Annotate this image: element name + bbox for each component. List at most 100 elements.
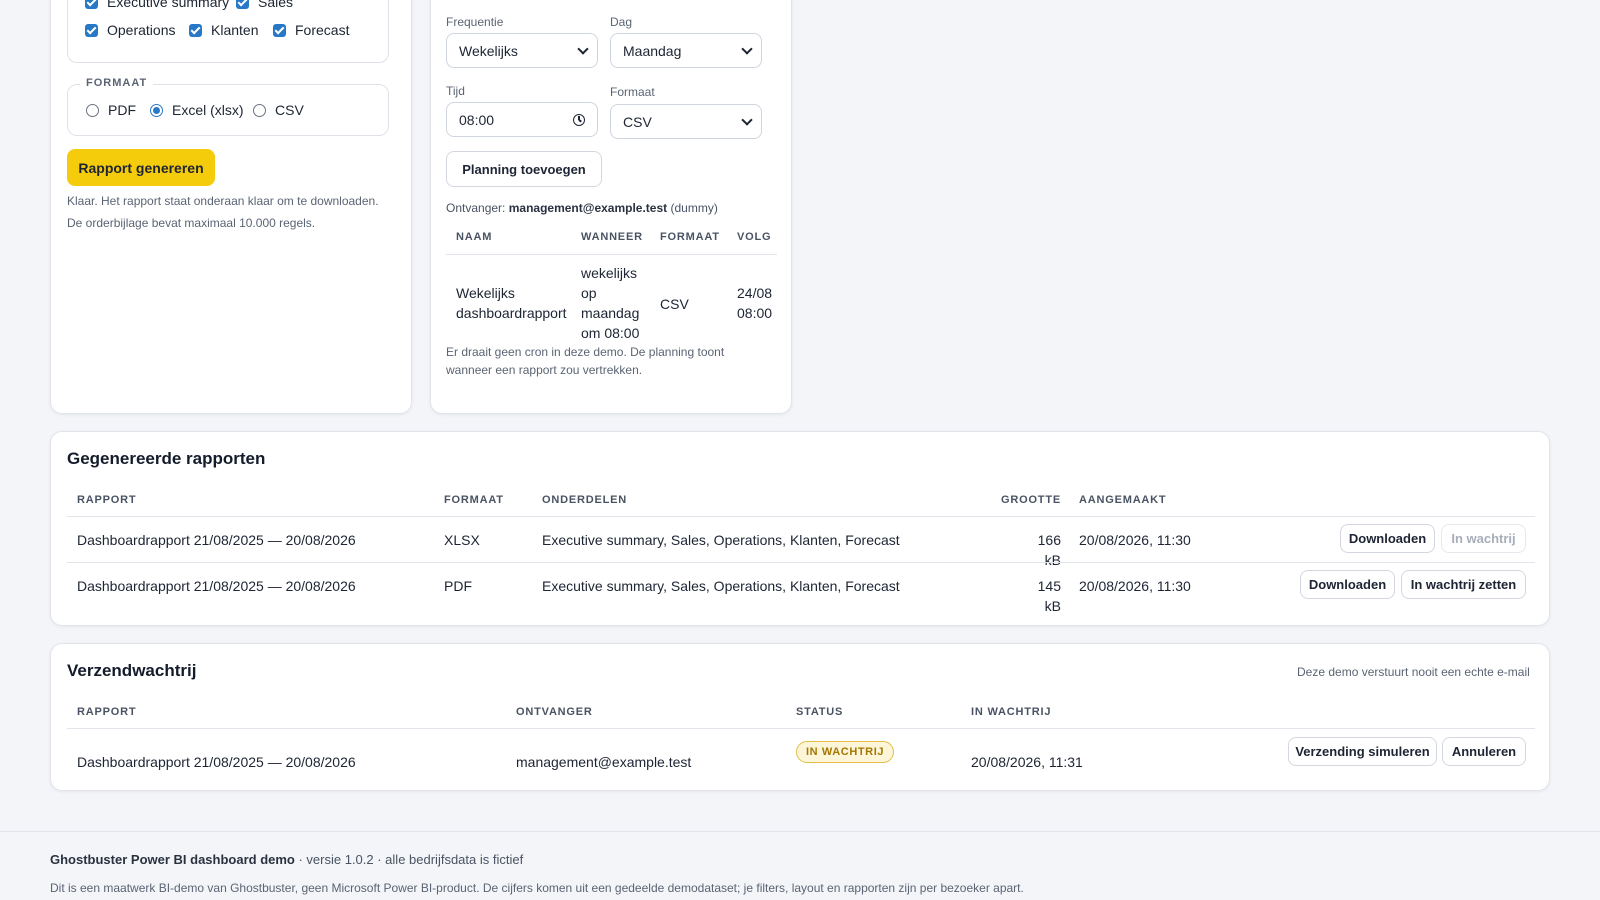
checkbox-label: Forecast: [295, 22, 350, 38]
schedule-when-line4: om 08:00: [581, 325, 640, 341]
schedule-format-select[interactable]: CSV: [610, 104, 762, 139]
checkbox-executive-summary[interactable]: Executive summary: [85, 0, 229, 10]
chevron-down-icon: [741, 43, 753, 55]
footer-disclaimer: Dit is een maatwerk BI-demo van Ghostbus…: [50, 881, 1024, 895]
download-button[interactable]: Downloaden: [1300, 570, 1395, 599]
simulate-send-button[interactable]: Verzending simuleren: [1288, 737, 1437, 766]
checkbox-label: Operations: [107, 22, 176, 38]
download-button[interactable]: Downloaden: [1340, 524, 1435, 553]
day-select[interactable]: Maandag: [610, 33, 762, 68]
time-input[interactable]: 08:00: [446, 102, 598, 137]
report-name: Dashboardrapport 21/08/2025 — 20/08/2026: [77, 532, 356, 548]
footer-meta: · versie 1.0.2 · alle bedrijfsdata is fi…: [294, 852, 524, 867]
recipient-line: Ontvanger: management@example.test (dumm…: [446, 201, 718, 215]
time-label: Tijd: [446, 84, 465, 98]
checkbox-forecast[interactable]: Forecast: [273, 22, 349, 38]
checkbox-checked-icon: [85, 0, 98, 9]
schedule-when-line3: maandag: [581, 305, 640, 321]
report-created: 20/08/2026, 11:30: [1079, 532, 1191, 548]
checkbox-label: Executive summary: [107, 0, 230, 10]
format-legend: FORMAAT: [80, 77, 154, 89]
page-footer: Ghostbuster Power BI dashboard demo · ve…: [0, 831, 1600, 900]
schedule-note-line1: Er draait geen cron in deze demo. De pla…: [446, 345, 725, 359]
frequency-value: Wekelijks: [459, 42, 518, 59]
column-header-status: STATUS: [796, 706, 844, 718]
generated-reports-title: Gegenereerde rapporten: [67, 449, 266, 468]
export-limit-text: De orderbijlage bevat maximaal 10.000 re…: [67, 216, 316, 230]
radio-selected-icon: [150, 103, 163, 117]
radio-csv[interactable]: CSV: [253, 102, 304, 118]
clock-icon[interactable]: [573, 114, 585, 126]
radio-unselected-icon: [253, 103, 266, 117]
add-schedule-button[interactable]: Planning toevoegen: [446, 151, 602, 187]
status-badge: IN WACHTRIJ: [796, 741, 895, 763]
cancel-button[interactable]: Annuleren: [1442, 737, 1526, 766]
schedule-format-value: CSV: [623, 113, 652, 130]
table-divider: [67, 562, 1535, 563]
schedule-format-label: Formaat: [610, 85, 655, 99]
table-divider: [446, 254, 777, 255]
frequency-select[interactable]: Wekelijks: [446, 33, 598, 68]
column-header-recipient: ONTVANGER: [516, 706, 593, 718]
checkbox-klanten[interactable]: Klanten: [189, 22, 258, 38]
schedule-name-line1: Wekelijks: [456, 285, 515, 301]
radio-label: Excel (xlsx): [172, 102, 244, 118]
export-status-text: Klaar. Het rapport staat onderaan klaar …: [67, 194, 379, 208]
report-sections: Executive summary, Sales, Operations, Kl…: [542, 532, 900, 548]
radio-pdf[interactable]: PDF: [86, 102, 136, 118]
schedule-name-line2: dashboardrapport: [456, 305, 567, 321]
report-format: XLSX: [444, 532, 480, 548]
export-card: Executive summary Sales Operations Klant…: [50, 0, 412, 414]
checkbox-label: Sales: [258, 0, 294, 10]
radio-label: PDF: [108, 102, 136, 118]
day-value: Maandag: [623, 42, 682, 59]
generated-reports-card: Gegenereerde rapporten RAPPORT FORMAAT O…: [50, 431, 1550, 626]
queue-button-disabled: In wachtrij: [1441, 524, 1526, 553]
add-to-queue-button[interactable]: In wachtrij zetten: [1401, 570, 1526, 599]
generate-report-button[interactable]: Rapport genereren: [67, 149, 215, 186]
checkbox-checked-icon: [189, 23, 202, 37]
report-sections: Executive summary, Sales, Operations, Kl…: [542, 578, 900, 594]
footer-brand: Ghostbuster Power BI dashboard demo: [50, 852, 295, 867]
report-created: 20/08/2026, 11:30: [1079, 578, 1191, 594]
schedule-card: Frequentie Wekelijks Dag Maandag Tijd 08…: [430, 0, 792, 414]
checkbox-sales[interactable]: Sales: [236, 0, 293, 10]
radio-excel[interactable]: Excel (xlsx): [150, 102, 244, 118]
format-fieldset: FORMAAT PDF Excel (xlsx) CSV: [67, 77, 389, 136]
report-size: 145 kB: [1037, 578, 1061, 614]
radio-unselected-icon: [86, 103, 99, 117]
chevron-down-icon: [577, 43, 589, 55]
column-header-when: WANNEER: [581, 231, 643, 243]
column-header-sections: ONDERDELEN: [542, 494, 628, 506]
checkbox-checked-icon: [236, 0, 249, 9]
send-queue-note: Deze demo verstuurt nooit een echte e-ma…: [1297, 665, 1530, 679]
radio-label: CSV: [275, 102, 304, 118]
schedule-table: NAAM WANNEER FORMAAT VOLG Wekelijks dash…: [446, 221, 777, 346]
report-size: 166 kB: [1037, 532, 1061, 568]
report-name: Dashboardrapport 21/08/2025 — 20/08/2026: [77, 578, 356, 594]
schedule-format: CSV: [660, 296, 689, 312]
column-header-format: FORMAAT: [444, 494, 504, 506]
recipient-email: management@example.test: [508, 201, 668, 215]
checkbox-checked-icon: [85, 23, 98, 37]
day-label: Dag: [610, 15, 633, 29]
time-value: 08:00: [459, 111, 495, 128]
column-header-created: AANGEMAAKT: [1079, 494, 1167, 506]
footer-credit: Ghostbuster Power BI dashboard demo · ve…: [50, 852, 523, 867]
send-queue-card: Verzendwachtrij Deze demo verstuurt nooi…: [50, 643, 1550, 791]
column-header-name: NAAM: [456, 231, 493, 243]
queue-report-name: Dashboardrapport 21/08/2025 — 20/08/2026: [77, 754, 356, 770]
queue-queued-at: 20/08/2026, 11:31: [971, 754, 1083, 770]
report-format: PDF: [444, 578, 472, 594]
frequency-label: Frequentie: [446, 15, 504, 29]
column-header-size: GROOTTE: [1001, 494, 1061, 506]
schedule-next-line2: 08:00: [737, 305, 773, 321]
table-divider: [67, 516, 1535, 517]
queue-recipient: management@example.test: [516, 754, 692, 770]
column-header-queued: IN WACHTRIJ: [971, 706, 1052, 718]
sections-fieldset: Executive summary Sales Operations Klant…: [67, 0, 389, 63]
chevron-down-icon: [741, 114, 753, 126]
send-queue-title: Verzendwachtrij: [67, 661, 197, 680]
checkbox-operations[interactable]: Operations: [85, 22, 175, 38]
table-divider: [67, 728, 1535, 729]
